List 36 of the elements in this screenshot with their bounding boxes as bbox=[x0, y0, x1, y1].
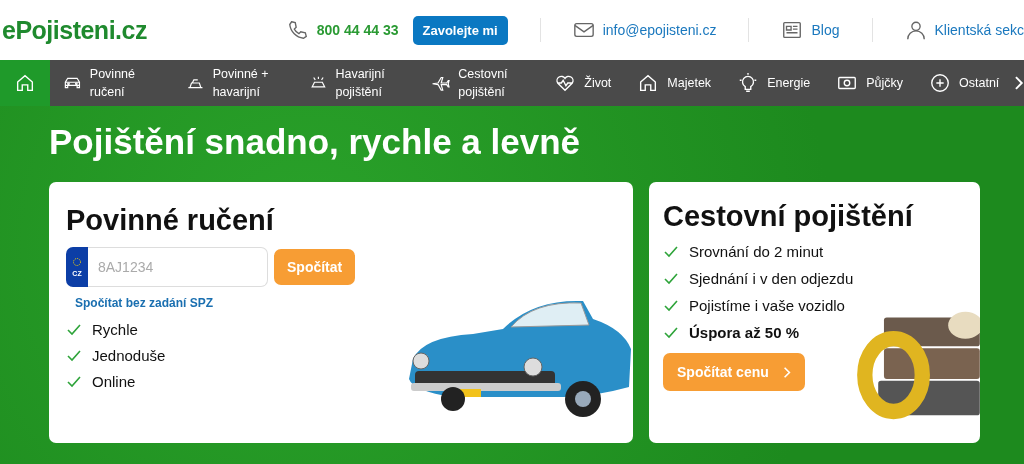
license-plate-field[interactable]: 8AJ1234 bbox=[88, 247, 268, 287]
benefit-text: Jednoduše bbox=[92, 347, 166, 364]
benefit-text: Online bbox=[92, 373, 136, 390]
eu-stars-icon bbox=[72, 257, 82, 267]
benefit-text: Pojistíme i vaše vozidlo bbox=[689, 297, 845, 314]
benefit-text: Srovnání do 2 minut bbox=[689, 243, 824, 260]
site-logo[interactable]: ePojisteni.cz bbox=[2, 15, 287, 45]
client-section-link[interactable]: Klientská sekc bbox=[934, 22, 1024, 38]
nav-item[interactable]: Havarijní pojištění bbox=[295, 60, 419, 106]
card-title: Povinné ručení bbox=[66, 204, 276, 237]
nav-item[interactable]: Povinné ručení bbox=[50, 60, 173, 106]
phone-number[interactable]: 800 44 44 33 bbox=[316, 22, 399, 38]
home-icon bbox=[14, 72, 36, 94]
plus-icon bbox=[929, 72, 952, 94]
blog-link[interactable]: Blog bbox=[811, 22, 840, 38]
chevron-right-icon bbox=[782, 365, 791, 379]
benefit-text: Sjednání i v den odjezdu bbox=[689, 270, 854, 287]
home-nav-button[interactable] bbox=[0, 60, 50, 106]
callback-button[interactable]: Zavolejte mi bbox=[412, 15, 508, 45]
no-plate-link[interactable]: Spočítat bez zadání SPZ bbox=[75, 296, 214, 310]
nav-item[interactable]: Cestovní pojištění bbox=[418, 60, 542, 106]
benefit-text: Úspora až 50 % bbox=[689, 324, 800, 341]
nav-item[interactable]: Energie bbox=[724, 60, 824, 106]
nav-item[interactable]: Majetek bbox=[624, 60, 725, 106]
nav-item[interactable]: Život bbox=[541, 60, 625, 106]
user-icon bbox=[904, 19, 927, 41]
chevron-right-icon[interactable] bbox=[1014, 75, 1024, 91]
email-link[interactable]: info@epojisteni.cz bbox=[602, 22, 717, 38]
nav-item[interactable]: Půjčky bbox=[823, 60, 917, 106]
phone-icon bbox=[286, 19, 309, 41]
hero-title: Pojištění snadno, rychle a levně bbox=[49, 122, 581, 162]
nav-item[interactable]: Povinné + havarijní bbox=[172, 60, 296, 106]
nav-item[interactable]: Ostatní bbox=[916, 60, 1013, 106]
newspaper-icon bbox=[781, 19, 804, 41]
benefit-text: Rychle bbox=[92, 321, 138, 338]
card-title: Cestovní pojištění bbox=[663, 200, 915, 233]
